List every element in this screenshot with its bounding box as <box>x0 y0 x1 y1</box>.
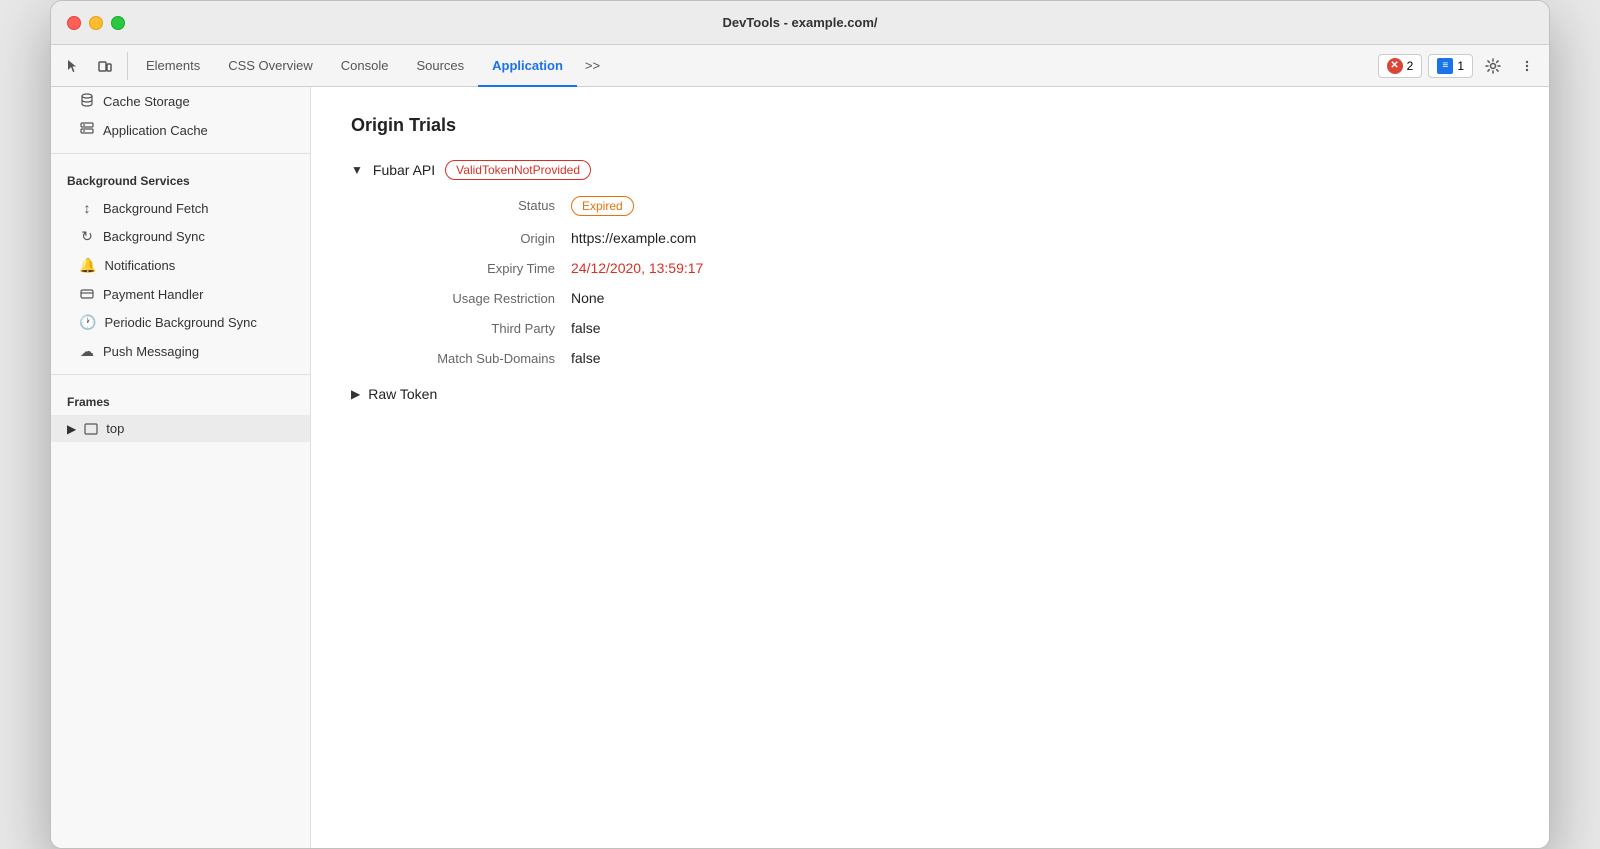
toolbar: Elements CSS Overview Console Sources Ap… <box>51 45 1549 87</box>
periodic-bg-sync-label: Periodic Background Sync <box>104 315 256 330</box>
bg-fetch-label: Background Fetch <box>103 201 209 216</box>
title-bar: DevTools - example.com/ <box>51 1 1549 45</box>
sidebar-item-periodic-bg-sync[interactable]: 🕐 Periodic Background Sync <box>51 308 310 337</box>
payment-handler-label: Payment Handler <box>103 287 203 302</box>
page-title: Origin Trials <box>351 115 1509 136</box>
frame-icon <box>84 422 98 436</box>
frames-header: Frames <box>51 383 310 415</box>
push-messaging-icon: ☁ <box>79 343 95 360</box>
tab-application[interactable]: Application <box>478 45 577 87</box>
fubar-api-label: Fubar API <box>373 162 435 178</box>
usage-restriction-label: Usage Restriction <box>391 291 571 306</box>
periodic-bg-sync-icon: 🕐 <box>79 314 96 331</box>
cache-storage-icon <box>79 93 95 110</box>
close-button[interactable] <box>67 16 81 30</box>
push-messaging-label: Push Messaging <box>103 344 199 359</box>
maximize-button[interactable] <box>111 16 125 30</box>
raw-token-label: Raw Token <box>368 386 437 402</box>
error-icon: ✕ <box>1387 58 1403 74</box>
sidebar-item-payment-handler[interactable]: Payment Handler <box>51 280 310 308</box>
device-toggle-icon[interactable] <box>91 52 119 80</box>
error-badge-button[interactable]: ✕ 2 <box>1378 54 1423 78</box>
notifications-label: Notifications <box>104 258 175 273</box>
top-frame-label: top <box>106 421 124 436</box>
tab-console[interactable]: Console <box>327 45 403 87</box>
bg-services-header: Background Services <box>51 162 310 194</box>
payment-handler-icon <box>79 286 95 302</box>
minimize-button[interactable] <box>89 16 103 30</box>
traffic-lights <box>67 16 125 30</box>
sidebar-item-app-cache[interactable]: Application Cache <box>51 116 310 145</box>
app-cache-icon <box>79 122 95 139</box>
raw-token-row[interactable]: ▶ Raw Token <box>351 386 1509 402</box>
expiry-value: 24/12/2020, 13:59:17 <box>571 260 1509 276</box>
origin-trial-section: ▼ Fubar API ValidTokenNotProvided Status… <box>351 160 1509 402</box>
trial-detail-table: Status Expired Origin https://example.co… <box>391 196 1509 366</box>
inspect-icon[interactable] <box>59 52 87 80</box>
sidebar-item-bg-sync[interactable]: ↻ Background Sync <box>51 222 310 251</box>
match-subdomains-label: Match Sub-Domains <box>391 351 571 366</box>
toolbar-icon-group <box>59 52 128 80</box>
more-options-icon[interactable] <box>1513 52 1541 80</box>
sidebar-item-bg-fetch[interactable]: ↕ Background Fetch <box>51 194 310 222</box>
frame-expand-icon: ▶ <box>67 422 76 436</box>
window-title: DevTools - example.com/ <box>722 15 877 30</box>
bg-sync-icon: ↻ <box>79 228 95 245</box>
toolbar-right: ✕ 2 ≡ 1 <box>1378 52 1541 80</box>
message-badge-button[interactable]: ≡ 1 <box>1428 54 1473 78</box>
fubar-api-header: ▼ Fubar API ValidTokenNotProvided <box>351 160 1509 180</box>
divider-1 <box>51 153 310 154</box>
sidebar: Cache Storage Application Cache Backgrou… <box>51 87 311 848</box>
cache-storage-label: Cache Storage <box>103 94 190 109</box>
settings-icon[interactable] <box>1479 52 1507 80</box>
divider-2 <box>51 374 310 375</box>
third-party-value: false <box>571 320 1509 336</box>
devtools-window: DevTools - example.com/ Elements CSS Ove… <box>50 0 1550 849</box>
third-party-label: Third Party <box>391 321 571 336</box>
notifications-icon: 🔔 <box>79 257 96 274</box>
usage-restriction-value: None <box>571 290 1509 306</box>
status-value-badge: Expired <box>571 196 634 216</box>
status-value: Expired <box>571 196 1509 216</box>
tab-elements[interactable]: Elements <box>132 45 214 87</box>
sidebar-item-cache-storage[interactable]: Cache Storage <box>51 87 310 116</box>
error-count: 2 <box>1407 59 1414 73</box>
more-tabs-button[interactable]: >> <box>577 58 608 73</box>
main-content: Cache Storage Application Cache Backgrou… <box>51 87 1549 848</box>
sidebar-item-notifications[interactable]: 🔔 Notifications <box>51 251 310 280</box>
origin-value: https://example.com <box>571 230 1509 246</box>
bg-fetch-icon: ↕ <box>79 200 95 216</box>
expiry-label: Expiry Time <box>391 261 571 276</box>
fubar-status-badge: ValidTokenNotProvided <box>445 160 591 180</box>
tab-css-overview[interactable]: CSS Overview <box>214 45 327 87</box>
tab-sources[interactable]: Sources <box>402 45 478 87</box>
content-panel: Origin Trials ▼ Fubar API ValidTokenNotP… <box>311 87 1549 848</box>
match-subdomains-value: false <box>571 350 1509 366</box>
bg-sync-label: Background Sync <box>103 229 205 244</box>
origin-label: Origin <box>391 231 571 246</box>
raw-token-expand-arrow[interactable]: ▶ <box>351 387 360 401</box>
app-cache-label: Application Cache <box>103 123 208 138</box>
fubar-expand-arrow[interactable]: ▼ <box>351 163 363 177</box>
message-icon: ≡ <box>1437 58 1453 74</box>
sidebar-item-top-frame[interactable]: ▶ top <box>51 415 310 442</box>
message-count: 1 <box>1457 59 1464 73</box>
sidebar-item-push-messaging[interactable]: ☁ Push Messaging <box>51 337 310 366</box>
status-label: Status <box>391 198 571 213</box>
